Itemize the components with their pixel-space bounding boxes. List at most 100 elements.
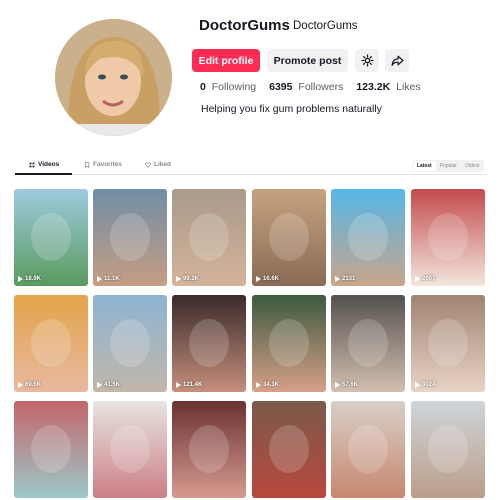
view-count: 99.2K xyxy=(176,276,199,282)
video-thumbnail xyxy=(172,401,246,498)
play-icon xyxy=(97,276,102,282)
sort-latest[interactable]: Latest xyxy=(413,161,436,171)
video-tile[interactable] xyxy=(172,401,246,498)
gear-icon xyxy=(360,54,374,67)
tab-label: Liked xyxy=(154,161,171,168)
share-icon xyxy=(390,55,404,66)
view-count: 34.3K xyxy=(256,382,279,388)
view-count-label: 11.1K xyxy=(104,276,120,282)
video-tile[interactable]: 2131 xyxy=(331,189,405,286)
view-count: 16.6K xyxy=(256,276,279,282)
view-count-label: 18.9K xyxy=(25,276,42,282)
stat-following[interactable]: 0 Following xyxy=(200,81,256,93)
stat-label: Likes xyxy=(396,81,421,93)
promote-post-button[interactable]: Promote post xyxy=(267,49,348,72)
video-tile[interactable]: 99.2K xyxy=(172,189,246,286)
video-tile[interactable]: 2007 xyxy=(411,189,485,286)
video-thumbnail xyxy=(93,295,167,392)
video-tile[interactable]: 3024 xyxy=(411,295,485,392)
profile-stats: 0 Following 6395 Followers 123.2K Likes xyxy=(200,81,421,93)
share-button[interactable] xyxy=(385,49,409,72)
view-count-label: 121.4K xyxy=(183,382,203,388)
video-tile[interactable]: 18.9K xyxy=(14,189,88,286)
play-icon xyxy=(335,382,340,388)
stat-value: 123.2K xyxy=(356,81,391,93)
video-thumbnail xyxy=(14,189,88,286)
video-tile[interactable]: 57.6K xyxy=(331,295,405,392)
view-count-label: 34.3K xyxy=(263,382,280,388)
stat-followers[interactable]: 6395 Followers xyxy=(269,81,343,93)
view-count-label: 3024 xyxy=(422,382,436,388)
edit-profile-button[interactable]: Edit profile xyxy=(192,49,260,72)
video-tile[interactable] xyxy=(252,401,326,498)
stat-value: 6395 xyxy=(269,81,293,93)
video-tile[interactable]: 121.4K xyxy=(172,295,246,392)
stat-label: Following xyxy=(211,81,257,93)
video-thumbnail xyxy=(331,401,405,498)
profile-bio: Helping you fix gum problems naturally xyxy=(201,103,382,115)
view-count-label: 99.2K xyxy=(183,276,200,282)
video-tile[interactable]: 69.6K xyxy=(14,295,88,392)
video-tile[interactable]: 16.6K xyxy=(252,189,326,286)
avatar[interactable] xyxy=(55,19,172,136)
view-count-label: 2007 xyxy=(422,276,436,282)
video-tile[interactable] xyxy=(411,401,485,498)
stat-value: 0 xyxy=(200,81,206,93)
play-icon xyxy=(18,382,23,388)
video-thumbnail xyxy=(93,401,167,498)
view-count: 69.6K xyxy=(18,382,41,388)
view-count: 18.9K xyxy=(18,276,41,282)
video-tile[interactable]: 11.1K xyxy=(93,189,167,286)
play-icon xyxy=(18,276,23,282)
video-thumbnail xyxy=(331,295,405,392)
video-thumbnail xyxy=(252,295,326,392)
video-thumbnail xyxy=(331,189,405,286)
play-icon xyxy=(176,382,181,388)
play-icon xyxy=(256,276,261,282)
video-tile[interactable] xyxy=(331,401,405,498)
grid-icon xyxy=(29,162,35,167)
view-count-label: 41.5K xyxy=(104,382,121,388)
video-thumbnail xyxy=(411,401,485,498)
tab-liked[interactable]: Liked xyxy=(145,161,171,168)
video-thumbnail xyxy=(252,401,326,498)
view-count: 41.5K xyxy=(97,382,120,388)
bookmark-icon xyxy=(84,161,90,168)
play-icon xyxy=(176,276,181,282)
tab-label: Videos xyxy=(38,161,60,168)
video-tile[interactable]: 34.3K xyxy=(252,295,326,392)
play-icon xyxy=(415,382,420,388)
tab-favorites[interactable]: Favorites xyxy=(84,161,122,168)
play-icon xyxy=(97,382,102,388)
video-thumbnail xyxy=(252,189,326,286)
video-thumbnail xyxy=(411,295,485,392)
video-thumbnail xyxy=(172,189,246,286)
view-count-label: 57.6K xyxy=(342,382,359,388)
sort-oldest[interactable]: Oldest xyxy=(461,161,483,171)
video-tile[interactable] xyxy=(14,401,88,498)
view-count: 2131 xyxy=(335,276,355,282)
profile-username: DoctorGums xyxy=(199,17,290,34)
profile-nickname: DoctorGums xyxy=(293,20,358,32)
video-thumbnail xyxy=(172,295,246,392)
play-icon xyxy=(335,276,340,282)
settings-button[interactable] xyxy=(355,49,379,72)
sort-toggle: Latest Popular Oldest xyxy=(412,160,485,172)
tab-label: Favorites xyxy=(93,161,122,168)
sort-popular[interactable]: Popular xyxy=(436,161,461,171)
avatar-image xyxy=(55,19,172,136)
video-tile[interactable] xyxy=(93,401,167,498)
heart-icon xyxy=(145,162,151,168)
tab-videos[interactable]: Videos xyxy=(29,161,59,168)
stat-label: Followers xyxy=(298,81,344,93)
view-count: 121.4K xyxy=(176,382,202,388)
play-icon xyxy=(256,382,261,388)
video-thumbnail xyxy=(93,189,167,286)
view-count: 3024 xyxy=(415,382,435,388)
view-count: 57.6K xyxy=(335,382,358,388)
stat-likes: 123.2K Likes xyxy=(356,81,420,93)
view-count-label: 69.6K xyxy=(25,382,42,388)
video-tile[interactable]: 41.5K xyxy=(93,295,167,392)
view-count: 2007 xyxy=(415,276,435,282)
video-thumbnail xyxy=(411,189,485,286)
